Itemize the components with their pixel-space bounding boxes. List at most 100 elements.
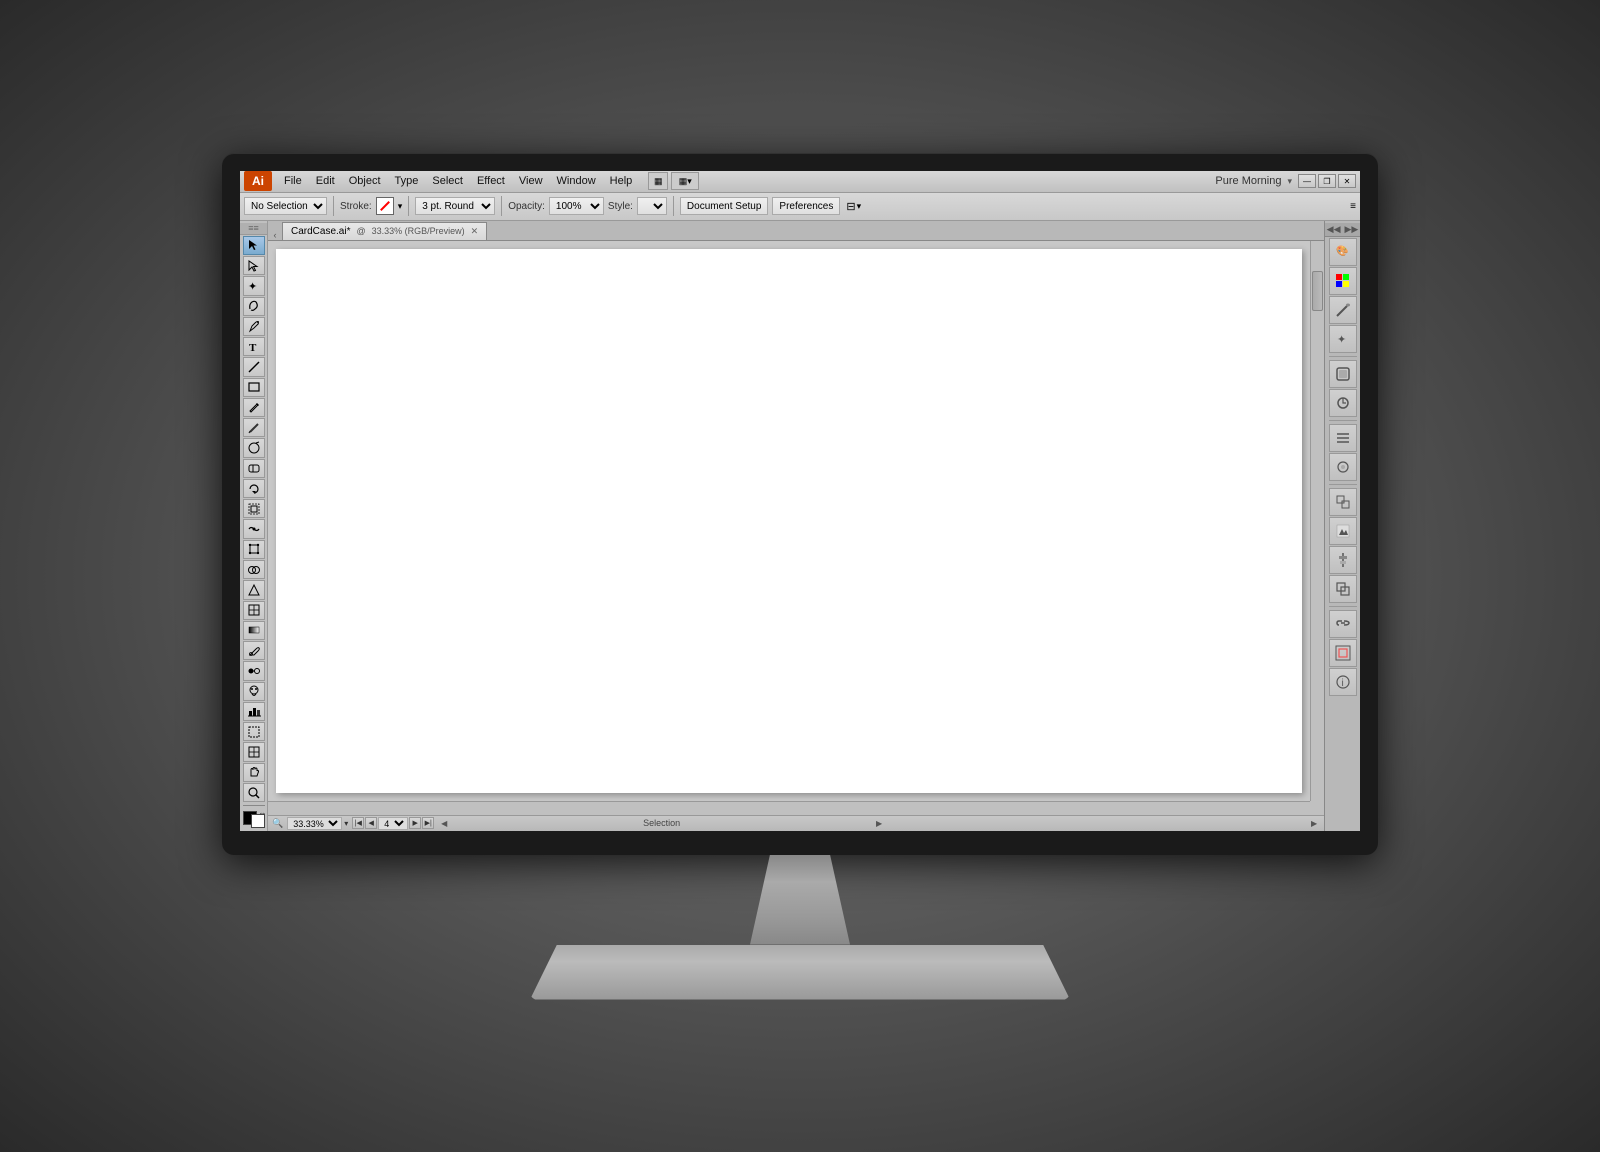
swatches-panel-button[interactable] [1329, 267, 1357, 295]
first-page-button[interactable]: |◀ [352, 817, 364, 829]
page-select[interactable]: 4 [378, 817, 408, 830]
perspective-grid-tool[interactable] [243, 580, 265, 599]
selection-dropdown[interactable]: No Selection [244, 197, 327, 215]
blend-tool[interactable] [243, 661, 265, 680]
image-trace-button[interactable] [1329, 517, 1357, 545]
menu-file[interactable]: File [278, 173, 308, 189]
slice-tool[interactable] [243, 742, 265, 761]
monitor-shell: Ai File Edit Object Type Select Effect V… [222, 153, 1378, 1000]
horizontal-scrollbar[interactable] [268, 801, 1310, 815]
panel-icon[interactable]: ⊟ [846, 200, 855, 213]
status-right-arrow[interactable]: ▶ [873, 817, 885, 829]
brushes-panel-button[interactable] [1329, 296, 1357, 324]
panel-collapse-right[interactable]: ▶▶ [1345, 224, 1359, 235]
workspace-dropdown-icon[interactable]: ▾ [1287, 176, 1292, 187]
graph-tool[interactable] [243, 702, 265, 721]
panel-arrow[interactable]: ▾ [857, 201, 862, 212]
pencil-tool[interactable] [243, 398, 265, 417]
direct-selection-tool[interactable] [243, 256, 265, 275]
document-tab[interactable]: CardCase.ai* @ 33.33% (RGB/Preview) ✕ [282, 222, 487, 240]
vertical-scrollbar[interactable] [1310, 241, 1324, 801]
color-swatches[interactable]: ↔ [243, 811, 265, 828]
rectangle-tool[interactable] [243, 378, 265, 397]
links-button[interactable] [1329, 610, 1357, 638]
options-bar: No Selection Stroke: ▾ 3 pt. Round Opaci… [240, 193, 1360, 221]
last-page-button[interactable]: ▶| [422, 817, 434, 829]
preferences-button[interactable]: Preferences [772, 197, 840, 215]
align-button[interactable] [1329, 546, 1357, 574]
warp-tool[interactable] [243, 519, 265, 538]
navigator-button[interactable] [1329, 639, 1357, 667]
menu-type[interactable]: Type [389, 173, 425, 189]
shape-builder-tool[interactable] [243, 560, 265, 579]
vertical-scroll-thumb[interactable] [1312, 271, 1323, 311]
status-info-arrow[interactable]: ▶ [1308, 817, 1320, 829]
symbols-panel-button[interactable]: ✦ [1329, 325, 1357, 353]
close-button[interactable]: ✕ [1338, 174, 1356, 188]
prev-page-button[interactable]: ◀ [365, 817, 377, 829]
separator-2 [408, 196, 409, 216]
status-left-arrow[interactable]: ◀ [438, 817, 450, 829]
gradient-tool[interactable] [243, 621, 265, 640]
page-navigation: |◀ ◀ 4 ▶ ▶| [352, 817, 434, 830]
opacity-label: Opacity: [508, 201, 545, 212]
title-bar: Ai File Edit Object Type Select Effect V… [240, 171, 1360, 193]
zoom-icon[interactable]: 🔍 [272, 818, 283, 829]
brush-tool[interactable] [243, 418, 265, 437]
stroke-color-swatch[interactable] [376, 197, 394, 215]
artboard-canvas[interactable] [276, 249, 1302, 793]
swap-colors-icon: ↔ [259, 808, 267, 817]
line-segment-tool[interactable] [243, 357, 265, 376]
scale-tool[interactable] [243, 499, 265, 518]
scroll-corner [1310, 801, 1324, 815]
graphic-styles-button[interactable] [1329, 360, 1357, 388]
stroke-weight-select[interactable]: 3 pt. Round [415, 197, 495, 215]
menu-window[interactable]: Window [551, 173, 602, 189]
zoom-dropdown[interactable]: ▾ [344, 819, 348, 828]
transform-button[interactable] [1329, 488, 1357, 516]
document-setup-button[interactable]: Document Setup [680, 197, 769, 215]
artboards-button[interactable] [1329, 453, 1357, 481]
zoom-select[interactable]: 33.33% [287, 817, 342, 830]
minimize-button[interactable]: — [1298, 174, 1316, 188]
info-button[interactable]: i [1329, 668, 1357, 696]
restore-button[interactable]: ❐ [1318, 174, 1336, 188]
style-select[interactable] [637, 197, 667, 215]
pathfinder-button[interactable] [1329, 575, 1357, 603]
opacity-select[interactable]: 100% [549, 197, 604, 215]
panel-collapse-left[interactable]: ◀◀ [1327, 224, 1341, 235]
selection-tool[interactable] [243, 236, 265, 255]
menu-effect[interactable]: Effect [471, 173, 511, 189]
symbol-sprayer-tool[interactable] [243, 682, 265, 701]
tab-scroll-left[interactable]: ‹ [268, 230, 282, 240]
mode-btn-2[interactable]: ▦▾ [671, 172, 699, 190]
zoom-tool[interactable] [243, 783, 265, 802]
rotate-tool[interactable] [243, 479, 265, 498]
next-page-button[interactable]: ▶ [409, 817, 421, 829]
magic-wand-tool[interactable]: ✦ [243, 276, 265, 295]
mesh-tool[interactable] [243, 601, 265, 620]
pen-tool[interactable] [243, 317, 265, 336]
toolbar-options-icon[interactable]: ≡ [1350, 201, 1356, 212]
layers-button[interactable] [1329, 424, 1357, 452]
eyedropper-tool[interactable] [243, 641, 265, 660]
hand-tool[interactable] [243, 763, 265, 782]
mode-btn-1[interactable]: ▦ [648, 172, 668, 190]
eraser-tool[interactable] [243, 459, 265, 478]
lasso-tool[interactable] [243, 297, 265, 316]
free-transform-tool[interactable] [243, 540, 265, 559]
artboard-tool[interactable] [243, 722, 265, 741]
menu-edit[interactable]: Edit [310, 173, 341, 189]
stroke-label: Stroke: [340, 201, 372, 212]
type-tool[interactable]: T [243, 337, 265, 356]
panel-separator-4 [1329, 606, 1357, 607]
stroke-arrow[interactable]: ▾ [398, 201, 403, 212]
appearance-button[interactable] [1329, 389, 1357, 417]
color-panel-button[interactable]: 🎨 [1329, 238, 1357, 266]
menu-select[interactable]: Select [426, 173, 469, 189]
blob-brush-tool[interactable] [243, 438, 265, 457]
menu-object[interactable]: Object [343, 173, 387, 189]
menu-help[interactable]: Help [604, 173, 639, 189]
menu-view[interactable]: View [513, 173, 549, 189]
tab-close-button[interactable]: ✕ [471, 226, 479, 237]
